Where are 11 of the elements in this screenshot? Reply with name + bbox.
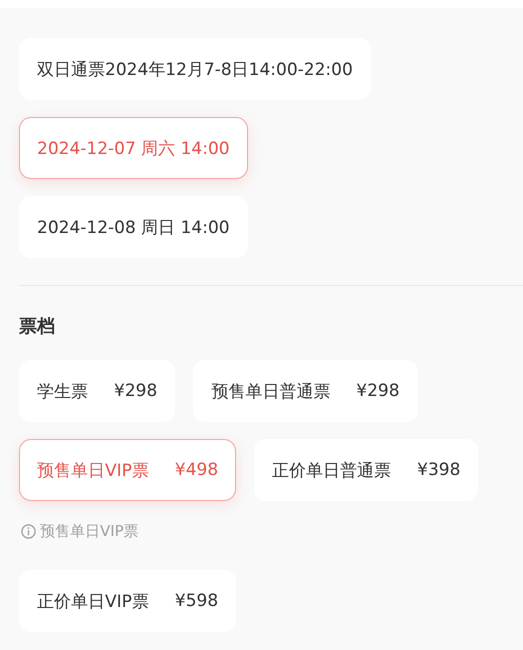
ticket-tier-option[interactable]: 预售单日普通票 ¥298 bbox=[193, 360, 418, 422]
info-icon bbox=[21, 524, 36, 539]
ticket-tier-option[interactable]: 正价单日VIP票 ¥598 bbox=[19, 570, 236, 632]
session-option[interactable]: 2024-12-07 周六 14:00 bbox=[19, 117, 248, 179]
ticket-tier-option[interactable]: 正价单日普通票 ¥398 bbox=[254, 439, 478, 501]
session-option[interactable]: 双日通票2024年12月7-8日14:00-22:00 bbox=[19, 38, 371, 100]
tier-note: 预售单日VIP票 bbox=[40, 522, 139, 541]
section-title: 票档 bbox=[18, 315, 56, 338]
ticket-tier-option[interactable]: 学生票 ¥298 bbox=[19, 360, 176, 422]
session-option[interactable]: 2024-12-08 周日 14:00 bbox=[19, 196, 248, 258]
ticket-tier-option[interactable]: 预售单日VIP票 ¥498 bbox=[19, 439, 236, 501]
